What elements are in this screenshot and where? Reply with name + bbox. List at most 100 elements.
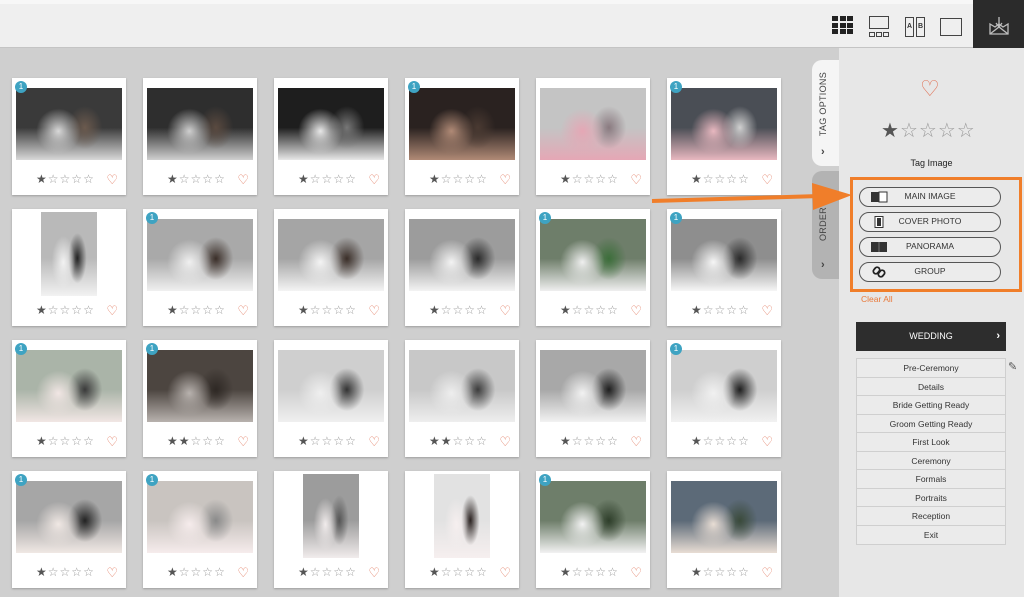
star-empty-icon[interactable]: ☆ [48, 304, 59, 316]
photo-thumbnail[interactable] [278, 219, 384, 291]
star-empty-icon[interactable]: ☆ [83, 304, 94, 316]
star-empty-icon[interactable]: ☆ [726, 304, 737, 316]
star-filled-icon[interactable]: ★ [691, 566, 702, 578]
star-empty-icon[interactable]: ☆ [738, 566, 749, 578]
photo-card[interactable]: ★ ☆ ☆ ☆ ☆ ♡ [667, 471, 781, 588]
star-empty-icon[interactable]: ☆ [703, 566, 714, 578]
star-empty-icon[interactable]: ☆ [595, 435, 606, 447]
photo-card[interactable]: 1 ★ ★ ☆ ☆ ☆ ♡ [143, 340, 257, 457]
star-empty-icon[interactable]: ☆ [202, 566, 213, 578]
star-empty-icon[interactable]: ☆ [453, 304, 464, 316]
photo-thumbnail[interactable] [671, 88, 777, 160]
star-rating[interactable]: ★ ☆ ☆ ☆ ☆ [298, 173, 356, 185]
star-empty-icon[interactable]: ☆ [60, 304, 71, 316]
star-empty-icon[interactable]: ☆ [310, 173, 321, 185]
star-rating[interactable]: ★ ☆ ☆ ☆ ☆ [298, 304, 356, 316]
photo-thumbnail[interactable] [147, 350, 253, 422]
star-empty-icon[interactable]: ☆ [738, 435, 749, 447]
star-filled-icon[interactable]: ★ [429, 304, 440, 316]
star-empty-icon[interactable]: ☆ [703, 304, 714, 316]
star-empty-icon[interactable]: ☆ [453, 566, 464, 578]
photo-card[interactable]: 1 ★ ☆ ☆ ☆ ☆ ♡ [667, 340, 781, 457]
star-rating[interactable]: ★ ☆ ☆ ☆ ☆ [36, 566, 94, 578]
photo-card[interactable]: 1 ★ ☆ ☆ ☆ ☆ ♡ [143, 471, 257, 588]
star-rating[interactable]: ★ ☆ ☆ ☆ ☆ [36, 304, 94, 316]
star-rating[interactable]: ★ ☆ ☆ ☆ ☆ [298, 435, 356, 447]
star-empty-icon[interactable]: ☆ [333, 435, 344, 447]
star-empty-icon[interactable]: ☆ [345, 435, 356, 447]
category-item[interactable]: Portraits [857, 488, 1005, 507]
star-empty-icon[interactable]: ☆ [48, 173, 59, 185]
star-empty-icon[interactable]: ☆ [179, 566, 190, 578]
star-empty-icon[interactable]: ☆ [572, 435, 583, 447]
photo-thumbnail[interactable] [16, 88, 122, 160]
photo-thumbnail[interactable] [409, 88, 515, 160]
star-empty-icon[interactable]: ☆ [71, 304, 82, 316]
star-rating[interactable]: ★ ★ ☆ ☆ ☆ [167, 435, 225, 447]
star-filled-icon[interactable]: ★ [167, 435, 178, 447]
heart-icon[interactable]: ♡ [630, 304, 642, 317]
star-empty-icon[interactable]: ☆ [738, 173, 749, 185]
category-item[interactable]: Bride Getting Ready [857, 396, 1005, 415]
heart-icon[interactable]: ♡ [630, 435, 642, 448]
star-empty-icon[interactable]: ☆ [464, 304, 475, 316]
photo-card[interactable]: 1 ★ ☆ ☆ ☆ ☆ ♡ [667, 209, 781, 326]
star-empty-icon[interactable]: ☆ [333, 173, 344, 185]
star-empty-icon[interactable]: ☆ [572, 304, 583, 316]
category-item[interactable]: Reception [857, 507, 1005, 526]
heart-icon[interactable]: ♡ [630, 566, 642, 579]
star-filled-icon[interactable]: ★ [560, 435, 571, 447]
star-filled-icon[interactable]: ★ [298, 566, 309, 578]
heart-icon[interactable]: ♡ [368, 304, 380, 317]
star-rating[interactable]: ★ ☆ ☆ ☆ ☆ [691, 304, 749, 316]
category-item[interactable]: Details [857, 377, 1005, 396]
star-empty-icon[interactable]: ☆ [83, 173, 94, 185]
heart-icon[interactable]: ♡ [368, 173, 380, 186]
star-empty-icon[interactable]: ☆ [214, 435, 225, 447]
star-empty-icon[interactable]: ☆ [191, 173, 202, 185]
star-empty-icon[interactable]: ☆ [333, 566, 344, 578]
star-filled-icon[interactable]: ★ [691, 304, 702, 316]
star-empty-icon[interactable]: ☆ [715, 173, 726, 185]
star-empty-icon[interactable]: ☆ [191, 566, 202, 578]
star-empty-icon[interactable]: ☆ [607, 435, 618, 447]
star-empty-icon[interactable]: ☆ [191, 304, 202, 316]
heart-icon[interactable]: ♡ [368, 435, 380, 448]
star-rating[interactable]: ★ ☆ ☆ ☆ ☆ [167, 566, 225, 578]
photo-card[interactable]: 1 ★ ☆ ☆ ☆ ☆ ♡ [536, 209, 650, 326]
star-rating[interactable]: ★ ☆ ☆ ☆ ☆ [429, 566, 487, 578]
photo-card[interactable]: 1 ★ ☆ ☆ ☆ ☆ ♡ [536, 471, 650, 588]
star-empty-icon[interactable]: ☆ [595, 566, 606, 578]
album-wedding-button[interactable]: WEDDING › [856, 322, 1006, 351]
clear-all-link[interactable]: Clear All [861, 294, 893, 304]
photo-thumbnail[interactable] [434, 474, 490, 558]
heart-icon[interactable]: ♡ [106, 304, 118, 317]
star-empty-icon[interactable]: ☆ [60, 566, 71, 578]
star-empty-icon[interactable]: ☆ [595, 304, 606, 316]
heart-icon[interactable]: ♡ [499, 435, 511, 448]
star-empty-icon[interactable]: ☆ [738, 304, 749, 316]
category-item[interactable]: First Look [857, 433, 1005, 452]
star-empty-icon[interactable]: ☆ [453, 435, 464, 447]
star-empty-icon[interactable]: ☆ [900, 121, 918, 141]
star-rating[interactable]: ★ ☆ ☆ ☆ ☆ [691, 566, 749, 578]
cover-photo-button[interactable]: COVER PHOTO [859, 212, 1001, 232]
star-rating[interactable]: ★ ☆ ☆ ☆ ☆ [429, 173, 487, 185]
photo-thumbnail[interactable] [671, 219, 777, 291]
star-empty-icon[interactable]: ☆ [202, 173, 213, 185]
favorite-heart-icon[interactable]: ♡ [920, 76, 940, 102]
photo-card[interactable]: ★ ☆ ☆ ☆ ☆ ♡ [405, 471, 519, 588]
category-item[interactable]: Exit [857, 525, 1005, 544]
star-filled-icon[interactable]: ★ [429, 173, 440, 185]
star-empty-icon[interactable]: ☆ [572, 173, 583, 185]
star-empty-icon[interactable]: ☆ [60, 435, 71, 447]
star-empty-icon[interactable]: ☆ [476, 566, 487, 578]
star-empty-icon[interactable]: ☆ [214, 566, 225, 578]
heart-icon[interactable]: ♡ [761, 435, 773, 448]
star-filled-icon[interactable]: ★ [36, 173, 47, 185]
photo-thumbnail[interactable] [16, 350, 122, 422]
photo-thumbnail[interactable] [147, 88, 253, 160]
star-filled-icon[interactable]: ★ [167, 173, 178, 185]
photo-thumbnail[interactable] [303, 474, 359, 558]
star-empty-icon[interactable]: ☆ [202, 435, 213, 447]
